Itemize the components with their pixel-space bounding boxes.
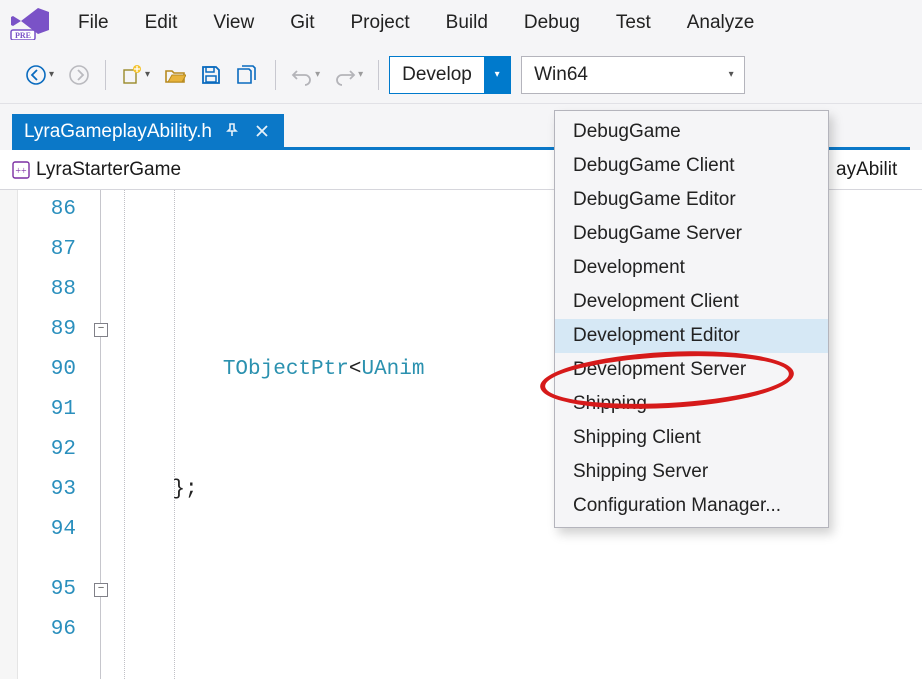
menu-git[interactable]: Git (272, 6, 332, 40)
vs-logo-icon: PRE (8, 5, 54, 41)
menu-view[interactable]: View (195, 6, 272, 40)
menu-project[interactable]: Project (333, 6, 428, 40)
dropdown-item[interactable]: DebugGame Editor (555, 183, 828, 217)
dropdown-item[interactable]: Shipping (555, 387, 828, 421)
menu-debug[interactable]: Debug (506, 6, 598, 40)
fold-toggle-icon[interactable]: − (94, 583, 108, 597)
line-number: 95 (18, 570, 76, 610)
toolbar-separator (105, 60, 106, 90)
solution-config-dropdown[interactable]: DebugGame DebugGame Client DebugGame Edi… (554, 110, 829, 528)
menu-test[interactable]: Test (598, 6, 669, 40)
chevron-down-icon: ▾ (145, 69, 150, 80)
dropdown-item[interactable]: Development (555, 251, 828, 285)
menu-edit[interactable]: Edit (127, 6, 196, 40)
open-file-button[interactable] (159, 56, 191, 94)
line-number: 91 (18, 390, 76, 430)
main-toolbar: ▾ ▾ ▾ ▾ Develop ▾ Win64 ▾ (0, 46, 922, 104)
dropdown-item[interactable]: DebugGame (555, 115, 828, 149)
line-number: 90 (18, 350, 76, 390)
redo-button[interactable]: ▾ (329, 56, 368, 94)
dropdown-item[interactable]: Shipping Client (555, 421, 828, 455)
chevron-down-icon: ▾ (358, 69, 363, 80)
fold-toggle-icon[interactable]: − (94, 323, 108, 337)
dropdown-item-highlighted[interactable]: Development Editor (555, 319, 828, 353)
dropdown-item[interactable]: Development Client (555, 285, 828, 319)
svg-text:PRE: PRE (15, 31, 31, 40)
new-item-button[interactable]: ▾ (116, 56, 155, 94)
line-number: 88 (18, 270, 76, 310)
chevron-down-icon: ▾ (49, 69, 54, 80)
document-tab-title: LyraGameplayAbility.h (24, 121, 212, 143)
nav-back-button[interactable]: ▾ (20, 56, 59, 94)
line-number: 92 (18, 430, 76, 470)
nav-member-text: ayAbilit (836, 159, 897, 181)
dropdown-item[interactable]: Development Server (555, 353, 828, 387)
chevron-down-icon[interactable]: ▾ (484, 57, 510, 93)
outlining-margin[interactable]: − − (90, 190, 122, 679)
chevron-down-icon[interactable]: ▾ (718, 57, 744, 93)
toolbar-separator (275, 60, 276, 90)
solution-platform-value: Win64 (534, 64, 718, 86)
pin-icon[interactable] (222, 122, 242, 142)
code-line[interactable] (122, 590, 922, 630)
dropdown-item[interactable]: Shipping Server (555, 455, 828, 489)
undo-button[interactable]: ▾ (286, 56, 325, 94)
solution-config-combo[interactable]: Develop ▾ (389, 56, 511, 94)
toolbar-separator (378, 60, 379, 90)
menu-file[interactable]: File (60, 6, 127, 40)
editor-margin (0, 190, 18, 679)
line-number-gutter: 86 87 88 89 90 91 92 93 94 95 96 (18, 190, 90, 679)
cpp-project-icon: ++ (12, 161, 30, 179)
menu-bar: PRE File Edit View Git Project Build Deb… (0, 0, 922, 46)
line-number: 86 (18, 190, 76, 230)
line-number: 87 (18, 230, 76, 270)
line-number: 89 (18, 310, 76, 350)
document-tab-active[interactable]: LyraGameplayAbility.h (12, 114, 284, 150)
nav-project-text: LyraStarterGame (36, 159, 181, 181)
nav-member-combo[interactable]: ayAbilit (828, 150, 918, 189)
save-button[interactable] (195, 56, 227, 94)
nav-forward-button[interactable] (63, 56, 95, 94)
menu-build[interactable]: Build (428, 6, 506, 40)
line-number: 93 (18, 470, 76, 510)
dropdown-item[interactable]: DebugGame Client (555, 149, 828, 183)
dropdown-item-config-manager[interactable]: Configuration Manager... (555, 489, 828, 523)
chevron-down-icon: ▾ (315, 69, 320, 80)
solution-platform-combo[interactable]: Win64 ▾ (521, 56, 745, 94)
svg-text:++: ++ (15, 166, 27, 177)
save-all-button[interactable] (231, 56, 265, 94)
line-number: 96 (18, 610, 76, 650)
menu-analyze[interactable]: Analyze (669, 6, 773, 40)
solution-config-value: Develop (402, 64, 484, 86)
close-icon[interactable] (252, 122, 272, 142)
line-number: 94 (18, 510, 76, 550)
dropdown-item[interactable]: DebugGame Server (555, 217, 828, 251)
